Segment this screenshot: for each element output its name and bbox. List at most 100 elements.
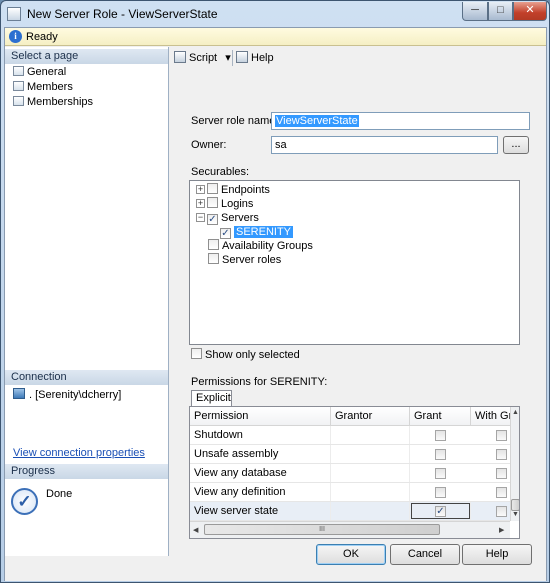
status-text: Ready — [26, 31, 58, 43]
show-only-selected-checkbox[interactable]: Show only selected — [191, 348, 300, 361]
tree-checkbox[interactable] — [207, 183, 218, 194]
page-item-label: General — [27, 66, 67, 78]
grant-checkbox-checked[interactable]: ✓ — [435, 506, 446, 517]
app-icon — [7, 7, 21, 21]
column-header-permission[interactable]: Permission — [190, 407, 331, 426]
tree-checkbox[interactable] — [207, 197, 218, 208]
tree-node-logins[interactable]: + Logins — [196, 197, 253, 211]
with-grant-checkbox[interactable] — [496, 430, 507, 441]
permission-cell: View any definition — [190, 483, 331, 501]
tree-node-servers[interactable]: − ✓ Servers — [196, 211, 259, 225]
securables-label: Securables: — [191, 166, 250, 178]
tree-node-availability-groups[interactable]: Availability Groups — [208, 239, 313, 253]
securables-tree[interactable]: + Endpoints + Logins − ✓ Servers ✓ SERENITY A… — [189, 180, 520, 345]
permission-cell: Unsafe assembly — [190, 445, 331, 463]
page-item-label: Memberships — [27, 96, 94, 108]
maximize-button[interactable]: □ — [488, 2, 513, 21]
cancel-button[interactable]: Cancel — [390, 544, 460, 565]
tree-node-label: SERENITY — [234, 226, 294, 238]
tree-node-server-roles[interactable]: Server roles — [208, 253, 281, 267]
vertical-scroll-thumb[interactable] — [511, 499, 519, 511]
with-grant-checkbox[interactable] — [496, 506, 507, 517]
server-role-name-input[interactable]: ViewServerState — [271, 112, 530, 130]
with-grant-checkbox[interactable] — [496, 449, 507, 460]
grantor-cell — [331, 426, 410, 444]
page-item-members[interactable]: Members — [13, 80, 73, 94]
horizontal-scrollbar[interactable]: ◀ III ▶ — [190, 521, 510, 538]
scroll-right-icon[interactable]: ▶ — [499, 526, 504, 534]
table-row[interactable]: View any database — [190, 464, 510, 483]
status-bar: i Ready — [5, 28, 546, 46]
checkbox-box[interactable] — [191, 348, 202, 359]
permissions-grid[interactable]: Permission Grantor Grant With Gran Shutd… — [189, 406, 520, 539]
with-grant-checkbox[interactable] — [496, 487, 507, 498]
column-header-grantor[interactable]: Grantor — [331, 407, 410, 426]
scroll-down-icon[interactable]: ▼ — [512, 511, 519, 518]
tab-explicit[interactable]: Explicit — [191, 390, 232, 407]
expand-icon[interactable]: + — [196, 185, 205, 194]
progress-header: Progress — [5, 464, 168, 479]
horizontal-scroll-thumb[interactable]: III — [204, 524, 440, 535]
dialog-client: i Ready Select a page General Members Me… — [4, 27, 547, 581]
table-row[interactable]: Unsafe assembly — [190, 445, 510, 464]
owner-input[interactable]: sa — [271, 136, 498, 154]
owner-value: sa — [275, 139, 287, 151]
connection-value: . [Serenity\dcherry] — [29, 389, 122, 401]
tree-checkbox-checked[interactable]: ✓ — [207, 214, 218, 225]
view-connection-properties-link[interactable]: View connection properties — [13, 447, 145, 459]
grantor-cell — [331, 464, 410, 482]
column-header-grant[interactable]: Grant — [410, 407, 471, 426]
tree-node-label: Logins — [221, 198, 254, 210]
right-pane: Script ▾ Help Server role name: ViewServ… — [170, 47, 546, 556]
title-bar[interactable]: New Server Role - ViewServerState ─ □ ✕ — [1, 1, 549, 27]
page-icon — [13, 81, 24, 91]
tree-node-serenity[interactable]: ✓ SERENITY — [220, 225, 294, 239]
grant-checkbox[interactable] — [435, 487, 446, 498]
page-item-general[interactable]: General — [13, 65, 66, 79]
scroll-left-icon[interactable]: ◀ — [193, 526, 198, 534]
ok-button[interactable]: OK — [316, 544, 386, 565]
done-check-icon: ✓ — [11, 488, 38, 515]
script-label: Script — [189, 52, 218, 64]
help-button[interactable]: Help — [462, 544, 532, 565]
toolbar: Script ▾ Help — [170, 47, 546, 69]
minimize-button[interactable]: ─ — [462, 2, 488, 21]
toolbar-separator — [232, 50, 233, 66]
scroll-up-icon[interactable]: ▲ — [512, 409, 519, 416]
permission-cell: View server state — [190, 502, 331, 520]
vertical-scrollbar[interactable]: ▲ ▼ — [510, 407, 519, 521]
grant-checkbox[interactable] — [435, 449, 446, 460]
page-item-label: Members — [27, 81, 73, 93]
script-dropdown-icon[interactable]: ▾ — [225, 52, 231, 64]
server-role-name-label: Server role name: — [191, 115, 279, 127]
owner-label: Owner: — [191, 139, 227, 151]
window-title: New Server Role - ViewServerState — [27, 7, 218, 21]
permission-cell: Shutdown — [190, 426, 331, 444]
table-row[interactable]: Shutdown — [190, 426, 510, 445]
script-button[interactable]: Script ▾ — [174, 51, 231, 65]
tree-checkbox[interactable] — [208, 253, 219, 264]
expand-icon[interactable]: + — [196, 199, 205, 208]
server-connection-icon — [13, 388, 25, 399]
column-header-with-grant[interactable]: With Gran — [471, 407, 511, 426]
show-only-selected-label: Show only selected — [205, 349, 300, 361]
tree-checkbox-checked[interactable]: ✓ — [220, 228, 231, 239]
toolbar-help-button[interactable]: Help — [236, 51, 274, 65]
server-role-name-value: ViewServerState — [275, 115, 359, 127]
tree-node-label: Endpoints — [221, 184, 270, 196]
owner-browse-button[interactable]: ... — [503, 136, 529, 154]
table-row[interactable]: View any definition — [190, 483, 510, 502]
left-pane: Select a page General Members Membership… — [5, 47, 169, 556]
with-grant-checkbox[interactable] — [496, 468, 507, 479]
page-item-memberships[interactable]: Memberships — [13, 95, 93, 109]
close-button[interactable]: ✕ — [513, 2, 547, 21]
grant-checkbox[interactable] — [435, 468, 446, 479]
connection-header: Connection — [5, 370, 168, 385]
grantor-cell — [331, 483, 410, 501]
tree-node-endpoints[interactable]: + Endpoints — [196, 183, 270, 197]
grantor-cell — [331, 502, 410, 520]
collapse-icon[interactable]: − — [196, 213, 205, 222]
grant-checkbox[interactable] — [435, 430, 446, 441]
tree-checkbox[interactable] — [208, 239, 219, 250]
table-row-selected[interactable]: View server state ✓ — [190, 502, 510, 521]
